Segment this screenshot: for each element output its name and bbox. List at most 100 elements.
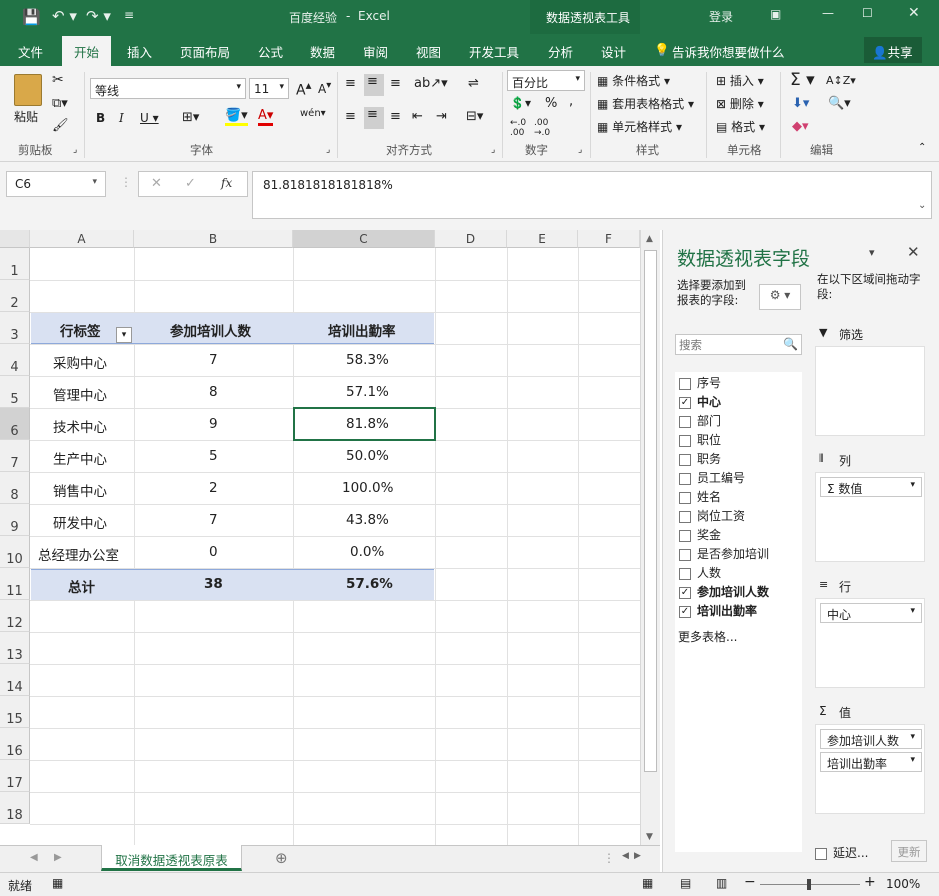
- field-item[interactable]: 姓名: [679, 488, 721, 505]
- page-layout-view-icon[interactable]: ▤: [680, 876, 691, 890]
- row-header-18[interactable]: 18: [0, 792, 30, 824]
- row-header-14[interactable]: 14: [0, 664, 30, 696]
- select-all-corner[interactable]: [0, 230, 30, 248]
- row-header-5[interactable]: 5: [0, 376, 30, 408]
- tab-view[interactable]: 视图: [416, 42, 441, 61]
- checkbox-unchecked[interactable]: [679, 567, 691, 580]
- pivot-cell-c10[interactable]: 0.0%: [350, 544, 384, 560]
- percent-style-icon[interactable]: %: [545, 96, 557, 111]
- checkbox-unchecked[interactable]: [679, 491, 691, 504]
- row-header-13[interactable]: 13: [0, 632, 30, 664]
- column-header-b[interactable]: B: [134, 230, 293, 248]
- row-header-9[interactable]: 9: [0, 504, 30, 536]
- checkbox-unchecked[interactable]: [679, 415, 691, 428]
- shrink-font-icon[interactable]: A▾: [318, 80, 331, 96]
- conditional-formatting-button[interactable]: ▦ 条件格式 ▾: [597, 72, 670, 89]
- column-header-c[interactable]: C: [293, 230, 435, 248]
- pivot-cell-c8[interactable]: 100.0%: [342, 480, 393, 496]
- pivot-cell-a8[interactable]: 销售中心: [53, 480, 107, 500]
- field-item[interactable]: ✓ 培训出勤率: [679, 602, 757, 619]
- pivot-cell-a5[interactable]: 管理中心: [53, 384, 107, 404]
- font-launcher-icon[interactable]: ⌟: [326, 145, 330, 155]
- pivot-cell-a10[interactable]: 总经理办公室: [38, 544, 119, 564]
- customize-qat-icon[interactable]: ≡: [124, 8, 134, 22]
- filter-area[interactable]: [815, 346, 925, 436]
- pivot-cell-b10[interactable]: 0: [209, 544, 218, 560]
- tab-insert[interactable]: 插入: [127, 42, 152, 61]
- paste-icon[interactable]: [14, 74, 42, 106]
- fill-color-icon[interactable]: 🪣▾: [225, 108, 248, 126]
- pivot-cell-c7[interactable]: 50.0%: [346, 448, 389, 464]
- row-header-17[interactable]: 17: [0, 760, 30, 792]
- row-header-1[interactable]: 1: [0, 248, 30, 280]
- pivot-cell-c6[interactable]: 81.8%: [346, 416, 389, 432]
- row-header-16[interactable]: 16: [0, 728, 30, 760]
- value-field-pill-2[interactable]: 培训出勤率 ▾: [820, 752, 922, 772]
- merge-center-icon[interactable]: ⊟▾: [466, 109, 483, 124]
- save-icon[interactable]: 💾: [22, 8, 41, 26]
- minimize-icon[interactable]: —: [822, 6, 834, 20]
- accounting-format-icon[interactable]: 💲▾: [510, 96, 531, 110]
- align-top-icon[interactable]: ≡: [345, 76, 356, 91]
- pivot-cell-a7[interactable]: 生产中心: [53, 448, 107, 468]
- page-break-view-icon[interactable]: ▥: [716, 876, 727, 890]
- column-header-e[interactable]: E: [507, 230, 578, 248]
- field-item[interactable]: 员工编号: [679, 469, 745, 486]
- vertical-scrollbar[interactable]: ▲ ▼: [640, 230, 660, 845]
- tab-file[interactable]: 文件: [18, 42, 43, 61]
- copy-icon[interactable]: ⧉▾: [52, 96, 68, 111]
- decrease-indent-icon[interactable]: ⇤: [412, 109, 423, 124]
- tab-formulas[interactable]: 公式: [258, 42, 283, 61]
- maximize-icon[interactable]: ☐: [862, 6, 873, 20]
- clipboard-launcher-icon[interactable]: ⌟: [73, 145, 77, 155]
- pivot-cell-a9[interactable]: 研发中心: [53, 512, 107, 532]
- grand-total-trainees[interactable]: 38: [204, 576, 223, 592]
- cancel-entry-icon[interactable]: ✕: [151, 176, 162, 191]
- confirm-entry-icon[interactable]: ✓: [185, 176, 196, 191]
- scroll-right-icon[interactable]: ▶: [634, 851, 641, 861]
- field-item[interactable]: 职务: [679, 450, 721, 467]
- scroll-left-icon[interactable]: ◀: [622, 851, 629, 861]
- zoom-out-icon[interactable]: −: [744, 874, 756, 890]
- borders-icon[interactable]: ⊞▾: [182, 110, 199, 125]
- align-bottom-icon[interactable]: ≡: [390, 76, 401, 91]
- row-header-2[interactable]: 2: [0, 280, 30, 312]
- cell-styles-button[interactable]: ▦ 单元格样式 ▾: [597, 118, 682, 135]
- orientation-icon[interactable]: ab↗▾: [414, 76, 448, 91]
- align-center-icon[interactable]: ≡: [364, 107, 384, 129]
- next-sheet-icon[interactable]: ▶: [54, 852, 62, 863]
- alignment-launcher-icon[interactable]: ⌟: [491, 145, 495, 155]
- field-item[interactable]: ✓ 参加培训人数: [679, 583, 769, 600]
- increase-decimal-icon[interactable]: ←.0.00: [510, 118, 526, 138]
- insert-function-icon[interactable]: fx: [221, 176, 232, 190]
- tell-me-box[interactable]: 告诉我你想要做什么: [672, 42, 785, 61]
- row-header-11[interactable]: 11: [0, 568, 30, 600]
- autosum-icon[interactable]: Σ ▾: [790, 70, 815, 90]
- format-cells-button[interactable]: ▤ 格式 ▾: [716, 118, 765, 135]
- pivot-cell-b4[interactable]: 7: [209, 352, 218, 368]
- pivot-cell-b5[interactable]: 8: [209, 384, 218, 400]
- tab-analyze[interactable]: 分析: [548, 42, 573, 61]
- search-icon[interactable]: 🔍: [783, 337, 798, 351]
- expand-formula-icon[interactable]: ⌄: [918, 200, 926, 211]
- grand-total-attendance[interactable]: 57.6%: [346, 576, 393, 592]
- field-item[interactable]: 部门: [679, 412, 721, 429]
- format-painter-icon[interactable]: 🖌: [52, 118, 69, 133]
- worksheet-grid[interactable]: A B C D E F 1 2 3 4 5 6 7 8 9 10 11 12 1…: [0, 230, 660, 845]
- collapse-ribbon-icon[interactable]: ⌃: [918, 142, 926, 153]
- tab-split-icon[interactable]: ⋮: [603, 851, 615, 865]
- comma-style-icon[interactable]: ,: [569, 94, 573, 109]
- column-header-a[interactable]: A: [30, 230, 134, 248]
- grow-font-icon[interactable]: A▴: [296, 78, 311, 99]
- bold-icon[interactable]: B: [96, 111, 105, 125]
- zoom-slider-thumb[interactable]: [807, 879, 811, 890]
- font-color-icon[interactable]: A▾: [258, 108, 274, 126]
- row-header-7[interactable]: 7: [0, 440, 30, 472]
- pivot-cell-c4[interactable]: 58.3%: [346, 352, 389, 368]
- number-format-combo[interactable]: 百分比 ▾: [507, 70, 585, 91]
- sort-filter-icon[interactable]: A↕Z▾: [826, 74, 856, 87]
- tab-page-layout[interactable]: 页面布局: [180, 42, 230, 61]
- increase-indent-icon[interactable]: ⇥: [436, 109, 447, 124]
- wrap-text-icon[interactable]: ⇌: [468, 76, 479, 91]
- login-link[interactable]: 登录: [709, 8, 733, 25]
